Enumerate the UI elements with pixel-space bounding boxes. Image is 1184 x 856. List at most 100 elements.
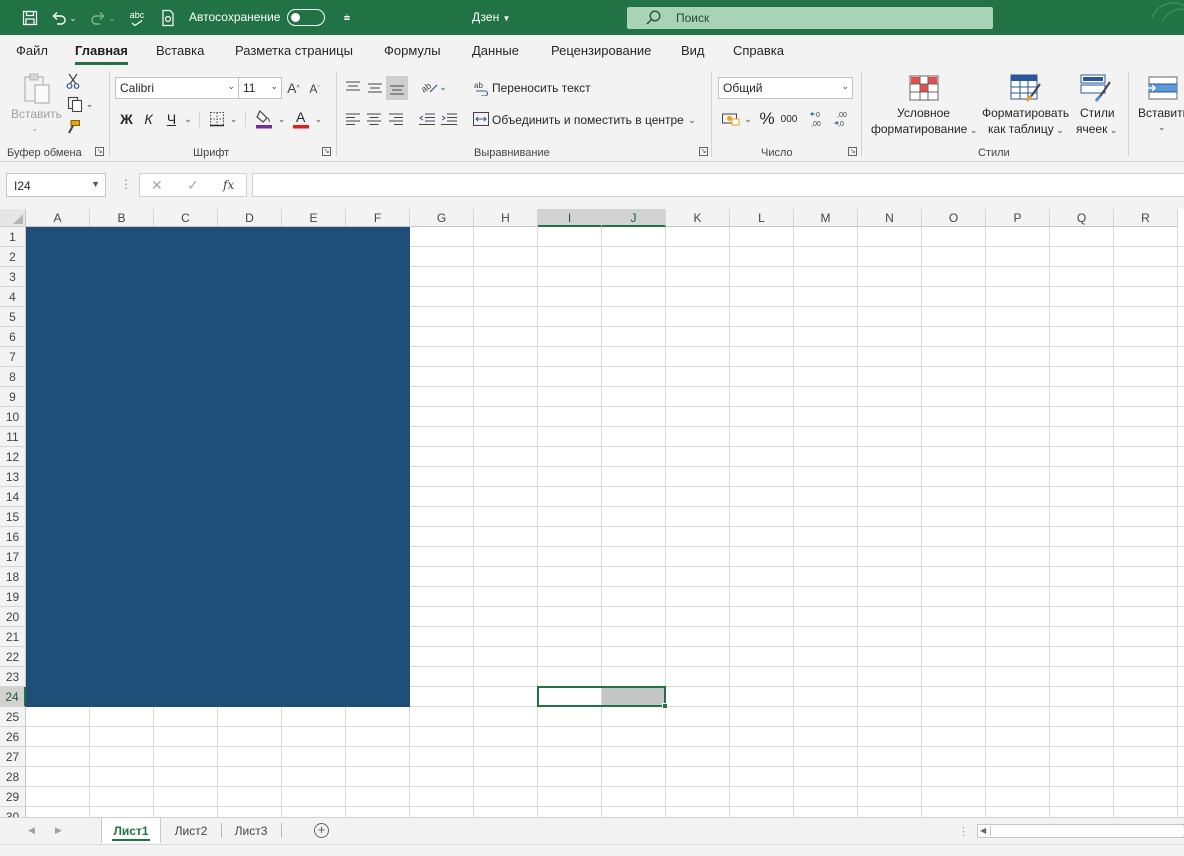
column-header-h[interactable]: H [474,209,538,227]
tab-home[interactable]: Главная [75,43,128,65]
row-header-12[interactable]: 12 [0,447,26,467]
row-header-29[interactable]: 29 [0,787,26,807]
column-header-l[interactable]: L [730,209,794,227]
format-as-table-icon[interactable] [1008,71,1044,105]
column-header-c[interactable]: C [154,209,218,227]
fill-handle[interactable] [662,703,668,709]
chevron-down-icon[interactable]: ⌄ [182,112,194,126]
dialog-launcher-icon[interactable]: ↘ [95,147,104,156]
column-header-a[interactable]: A [26,209,90,227]
font-name-select[interactable]: Calibri ⌄ [115,77,239,99]
row-header-13[interactable]: 13 [0,467,26,487]
row-header-9[interactable]: 9 [0,387,26,407]
increase-font-icon[interactable]: A ^ [285,79,302,97]
undo-icon[interactable]: ⌄ [49,8,79,28]
row-header-21[interactable]: 21 [0,627,26,647]
format-as-table-label[interactable]: Форматировать [982,106,1069,120]
align-top-icon[interactable] [343,79,363,97]
search-box[interactable]: Поиск [627,7,993,29]
cut-icon[interactable] [64,72,82,90]
row-header-16[interactable]: 16 [0,527,26,547]
conditional-formatting-label-2[interactable]: форматирование ⌄ [871,122,977,136]
sheet-tab-3[interactable]: Лист3 [222,818,280,843]
row-header-27[interactable]: 27 [0,747,26,767]
sheet-tab-1[interactable]: Лист1 [101,818,161,843]
tab-insert[interactable]: Вставка [156,43,204,58]
scrollbar-thumb[interactable] [990,826,1184,836]
autosave-toggle[interactable] [287,9,325,26]
horizontal-scrollbar[interactable]: ◀ [977,824,1184,838]
dialog-launcher-icon[interactable]: ↘ [699,147,708,156]
column-header-m[interactable]: M [794,209,858,227]
chevron-down-icon[interactable]: ⌄ [686,113,698,127]
fill-color-icon[interactable]: ⌄ [253,108,287,130]
row-header-25[interactable]: 25 [0,707,26,727]
row-header-10[interactable]: 10 [0,407,26,427]
format-as-table-label-2[interactable]: как таблицу ⌄ [988,122,1064,136]
selected-range[interactable] [537,686,668,709]
customize-toolbar-icon[interactable]: ⩧ [340,8,354,28]
row-header-3[interactable]: 3 [0,267,26,287]
increase-indent-icon[interactable] [440,111,458,127]
tab-formulas[interactable]: Формулы [384,43,441,58]
insert-cells-icon[interactable] [1144,73,1180,103]
merge-center-icon[interactable] [472,111,490,127]
italic-button[interactable]: К [140,110,157,128]
row-header-15[interactable]: 15 [0,507,26,527]
orientation-icon[interactable]: ab ⌄ [418,77,450,97]
cell-styles-label-2[interactable]: ячеек ⌄ [1076,122,1117,136]
bold-button[interactable]: Ж [118,110,135,128]
tab-view[interactable]: Вид [681,43,705,58]
column-header-j[interactable]: J [602,209,666,227]
sheet-tab-2[interactable]: Лист2 [162,818,220,843]
align-middle-icon[interactable] [365,79,385,97]
row-header-26[interactable]: 26 [0,727,26,747]
column-header-i[interactable]: I [538,209,602,227]
align-left-icon[interactable] [345,111,361,127]
row-header-14[interactable]: 14 [0,487,26,507]
formula-input[interactable] [252,173,1184,197]
column-header-f[interactable]: F [346,209,410,227]
column-header-k[interactable]: K [666,209,730,227]
wrap-text-button[interactable]: Переносить текст [492,81,591,95]
conditional-formatting-label[interactable]: Условное [897,106,950,120]
borders-icon[interactable]: ⌄ [206,110,240,128]
align-right-icon[interactable] [388,111,404,127]
tab-page-layout[interactable]: Разметка страницы [235,43,353,58]
decrease-indent-icon[interactable] [418,111,436,127]
row-header-8[interactable]: 8 [0,367,26,387]
row-header-2[interactable]: 2 [0,247,26,267]
tab-file[interactable]: Файл [16,43,48,58]
insert-cells-label[interactable]: Вставить [1138,106,1184,120]
tab-help[interactable]: Справка [733,43,784,58]
scroll-tabs-left-icon[interactable]: ◀ [28,825,35,836]
redo-icon[interactable]: ⌄ [88,8,118,28]
wrap-text-icon[interactable]: ab [474,79,490,97]
row-header-18[interactable]: 18 [0,567,26,587]
row-header-28[interactable]: 28 [0,767,26,787]
row-header-20[interactable]: 20 [0,607,26,627]
decrease-font-icon[interactable]: Aˇ [306,80,323,98]
document-title[interactable]: Дзен ▼ [472,10,510,24]
add-sheet-icon[interactable]: + [314,823,329,838]
row-header-17[interactable]: 17 [0,547,26,567]
column-header-q[interactable]: Q [1050,209,1114,227]
row-header-11[interactable]: 11 [0,427,26,447]
increase-decimal-icon[interactable]: 0,00 [809,109,829,129]
row-header-7[interactable]: 7 [0,347,26,367]
cell-styles-label[interactable]: Стили [1080,106,1115,120]
align-center-icon[interactable] [366,111,382,127]
insert-function-icon[interactable]: fx [223,178,234,192]
touch-mode-icon[interactable] [158,8,178,28]
percent-button[interactable]: % [758,109,776,129]
tab-review[interactable]: Рецензирование [551,43,651,58]
decrease-decimal-icon[interactable]: ,00,0 [832,109,852,129]
column-header-p[interactable]: P [986,209,1050,227]
column-header-r[interactable]: R [1114,209,1178,227]
conditional-formatting-icon[interactable] [906,71,942,105]
column-header-d[interactable]: D [218,209,282,227]
spreadsheet-grid[interactable]: ABCDEFGHIJKLMNOPQR 1 2 3 4 5 6 7 8 9 10 11 12 13 14 15… [0,209,1184,817]
formula-bar-resize-handle[interactable]: ⋮ [120,177,132,191]
align-bottom-icon[interactable] [386,76,408,100]
row-header-19[interactable]: 19 [0,587,26,607]
